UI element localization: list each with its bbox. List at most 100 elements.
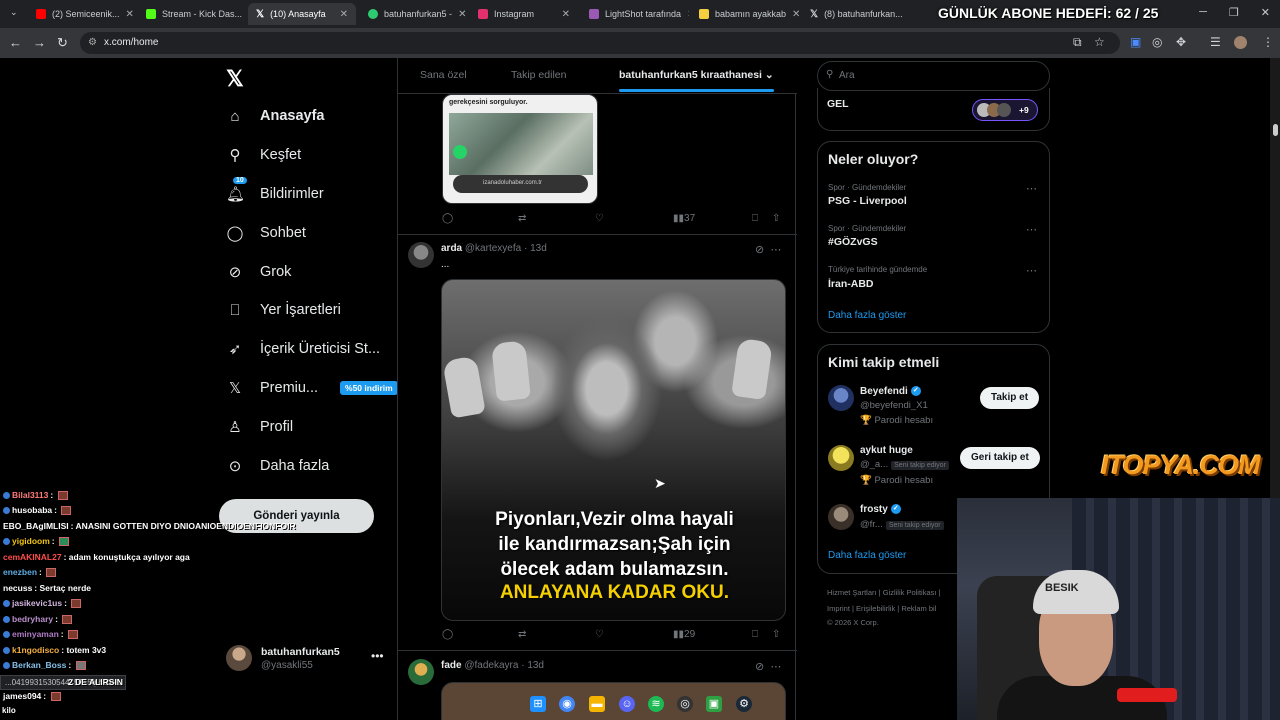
- start-icon[interactable]: ⊞: [530, 696, 546, 712]
- x-logo[interactable]: 𝕏: [226, 66, 244, 92]
- close-icon[interactable]: ✕: [792, 9, 799, 20]
- community-label[interactable]: GEL: [827, 98, 849, 110]
- url-field[interactable]: ⚙ x.com/home: [80, 32, 1120, 54]
- repost-icon[interactable]: ⇄: [518, 213, 526, 224]
- nav-explore[interactable]: ⚲ Keşfet: [226, 143, 302, 167]
- follow-back-button[interactable]: Geri takip et: [960, 447, 1040, 469]
- post-time[interactable]: 13d: [530, 243, 547, 254]
- views-icon[interactable]: ▮▮ 29: [673, 629, 695, 640]
- cast-icon[interactable]: ⧉: [1073, 35, 1082, 50]
- like-icon[interactable]: ♡: [595, 629, 604, 640]
- author-name[interactable]: arda: [441, 243, 462, 254]
- grok-icon[interactable]: ⊘: [755, 661, 764, 673]
- tab-batuhan[interactable]: batuhanfurkan5 - ✕: [360, 3, 468, 25]
- footer-links[interactable]: Hizmet Şartları | Gizlilik Politikası |: [827, 588, 941, 597]
- minimize-icon[interactable]: ─: [1199, 6, 1207, 19]
- avatar[interactable]: [408, 242, 434, 268]
- bookmark-icon[interactable]: ⎕: [752, 629, 758, 640]
- reload-icon[interactable]: ↻: [57, 35, 68, 51]
- nav-home[interactable]: ⌂ Anasayfa: [226, 104, 324, 128]
- tab-search-icon[interactable]: ☰: [1210, 35, 1221, 49]
- close-icon[interactable]: ✕: [562, 9, 570, 20]
- tab-for-you[interactable]: Sana özel: [420, 69, 467, 81]
- trend-name[interactable]: PSG - Liverpool: [828, 195, 907, 207]
- nav-notifications[interactable]: 🔔︎ 10 Bildirimler: [226, 177, 324, 206]
- share-icon[interactable]: ⇧: [772, 213, 780, 224]
- scrollbar-thumb[interactable]: [1273, 124, 1278, 136]
- menu-kebab-icon[interactable]: ⋮: [1262, 35, 1274, 49]
- views-icon[interactable]: ▮▮ 37: [673, 213, 695, 224]
- steam-icon[interactable]: ⚙: [736, 696, 752, 712]
- close-icon[interactable]: ✕: [687, 9, 689, 20]
- tab-kick[interactable]: Stream - Kick Das... ✕: [138, 3, 248, 25]
- maximize-icon[interactable]: ❐: [1229, 6, 1239, 19]
- nav-premium[interactable]: 𝕏 Premiu... %50 indirim: [226, 376, 398, 400]
- tab-search-icon[interactable]: ⌄: [10, 7, 18, 18]
- window-close-icon[interactable]: ✕: [1261, 6, 1270, 19]
- account-switcher[interactable]: batuhanfurkan5 @yasakli55 •••: [226, 643, 386, 675]
- extension-icon[interactable]: ◎: [1152, 35, 1162, 49]
- reply-icon[interactable]: ◯: [442, 629, 453, 640]
- footer-links[interactable]: Imprint | Erişilebilirlik | Reklam bil: [827, 604, 936, 613]
- nav-bookmarks[interactable]: ⎕ Yer İşaretleri: [226, 298, 340, 322]
- close-icon[interactable]: ✕: [126, 9, 134, 20]
- site-info-icon[interactable]: ⚙: [88, 37, 97, 48]
- close-icon[interactable]: ✕: [340, 9, 348, 20]
- nav-grok[interactable]: ⊘ Grok: [226, 260, 292, 284]
- tab-babamin[interactable]: babamın ayakkab ✕: [691, 3, 799, 25]
- chrome-icon[interactable]: ◉: [559, 696, 575, 712]
- profile-avatar[interactable]: [1234, 36, 1247, 49]
- community-avatars[interactable]: +9: [972, 99, 1038, 121]
- avatar[interactable]: [408, 659, 434, 685]
- avatar[interactable]: [828, 504, 854, 530]
- tab-instagram[interactable]: Instagram ✕: [470, 3, 578, 25]
- author-name[interactable]: fade: [441, 660, 462, 671]
- nav-creator-studio[interactable]: ➶ İçerik Üreticisi St...: [226, 337, 380, 361]
- trend-name[interactable]: #GÖZvGS: [828, 236, 878, 248]
- bookmark-icon[interactable]: ⎕: [752, 213, 758, 224]
- like-icon[interactable]: ♡: [595, 213, 604, 224]
- post-image[interactable]: [441, 682, 786, 720]
- nav-more[interactable]: ⊙ Daha fazla: [226, 454, 330, 478]
- discord-icon[interactable]: ☺: [619, 696, 635, 712]
- extension-icon[interactable]: ▣: [1130, 35, 1141, 49]
- user-name[interactable]: aykut huge: [860, 445, 913, 456]
- reply-icon[interactable]: ◯: [442, 213, 453, 224]
- more-dots-icon[interactable]: •••: [371, 649, 384, 663]
- tab-community[interactable]: batuhanfurkan5 kıraathanesi ⌄: [619, 69, 774, 81]
- follow-suggestion-name[interactable]: Beyefendi ✓: [860, 386, 921, 397]
- avatar[interactable]: [828, 385, 854, 411]
- grok-icon[interactable]: ⊘: [755, 244, 764, 256]
- share-icon[interactable]: ⇧: [772, 629, 780, 640]
- show-more-link[interactable]: Daha fazla göster: [828, 310, 906, 321]
- more-dots-icon[interactable]: ⋯: [770, 661, 781, 673]
- post-image[interactable]: Piyonları,Vezir olma hayali ile kandırma…: [441, 279, 786, 621]
- tab-x-home[interactable]: 𝕏 (10) Anasayfa ✕: [248, 3, 356, 25]
- tab-youtube[interactable]: (2) Semiceenik... ✕: [28, 3, 136, 25]
- spotify-icon[interactable]: ≋: [648, 696, 664, 712]
- close-icon[interactable]: ✕: [909, 9, 910, 20]
- tab-x-profile[interactable]: 𝕏 (8) batuhanfurkan... ✕: [802, 3, 910, 25]
- nav-chat[interactable]: ◯ Sohbet: [226, 221, 306, 245]
- more-dots-icon[interactable]: ⋯: [770, 244, 781, 256]
- show-more-link[interactable]: Daha fazla göster: [828, 550, 906, 561]
- bookmark-star-icon[interactable]: ☆: [1094, 35, 1105, 49]
- repost-icon[interactable]: ⇄: [518, 629, 526, 640]
- back-icon[interactable]: ←: [9, 35, 22, 50]
- nav-profile[interactable]: ♙ Profil: [226, 415, 293, 439]
- obs-icon[interactable]: ◎: [677, 696, 693, 712]
- app-icon[interactable]: ▣: [706, 696, 722, 712]
- follow-button[interactable]: Takip et: [980, 387, 1040, 409]
- follow-suggestion-name[interactable]: frosty ✓: [860, 504, 901, 515]
- close-icon[interactable]: ✕: [458, 9, 466, 20]
- more-dots-icon[interactable]: ⋯: [1026, 182, 1037, 195]
- folder-icon[interactable]: ▬: [589, 696, 605, 712]
- post-time[interactable]: 13d: [527, 660, 544, 671]
- trend-name[interactable]: İran-ABD: [828, 278, 874, 290]
- forward-icon[interactable]: →: [33, 35, 46, 50]
- extensions-puzzle-icon[interactable]: ✥: [1176, 35, 1186, 49]
- page-scrollbar[interactable]: [1270, 58, 1280, 498]
- post-image[interactable]: gerekçesini sorguluyor. izanadoluhaber.c…: [442, 94, 598, 204]
- tab-lightshot[interactable]: LightShot tarafında ✕: [581, 3, 689, 25]
- avatar[interactable]: [828, 445, 854, 471]
